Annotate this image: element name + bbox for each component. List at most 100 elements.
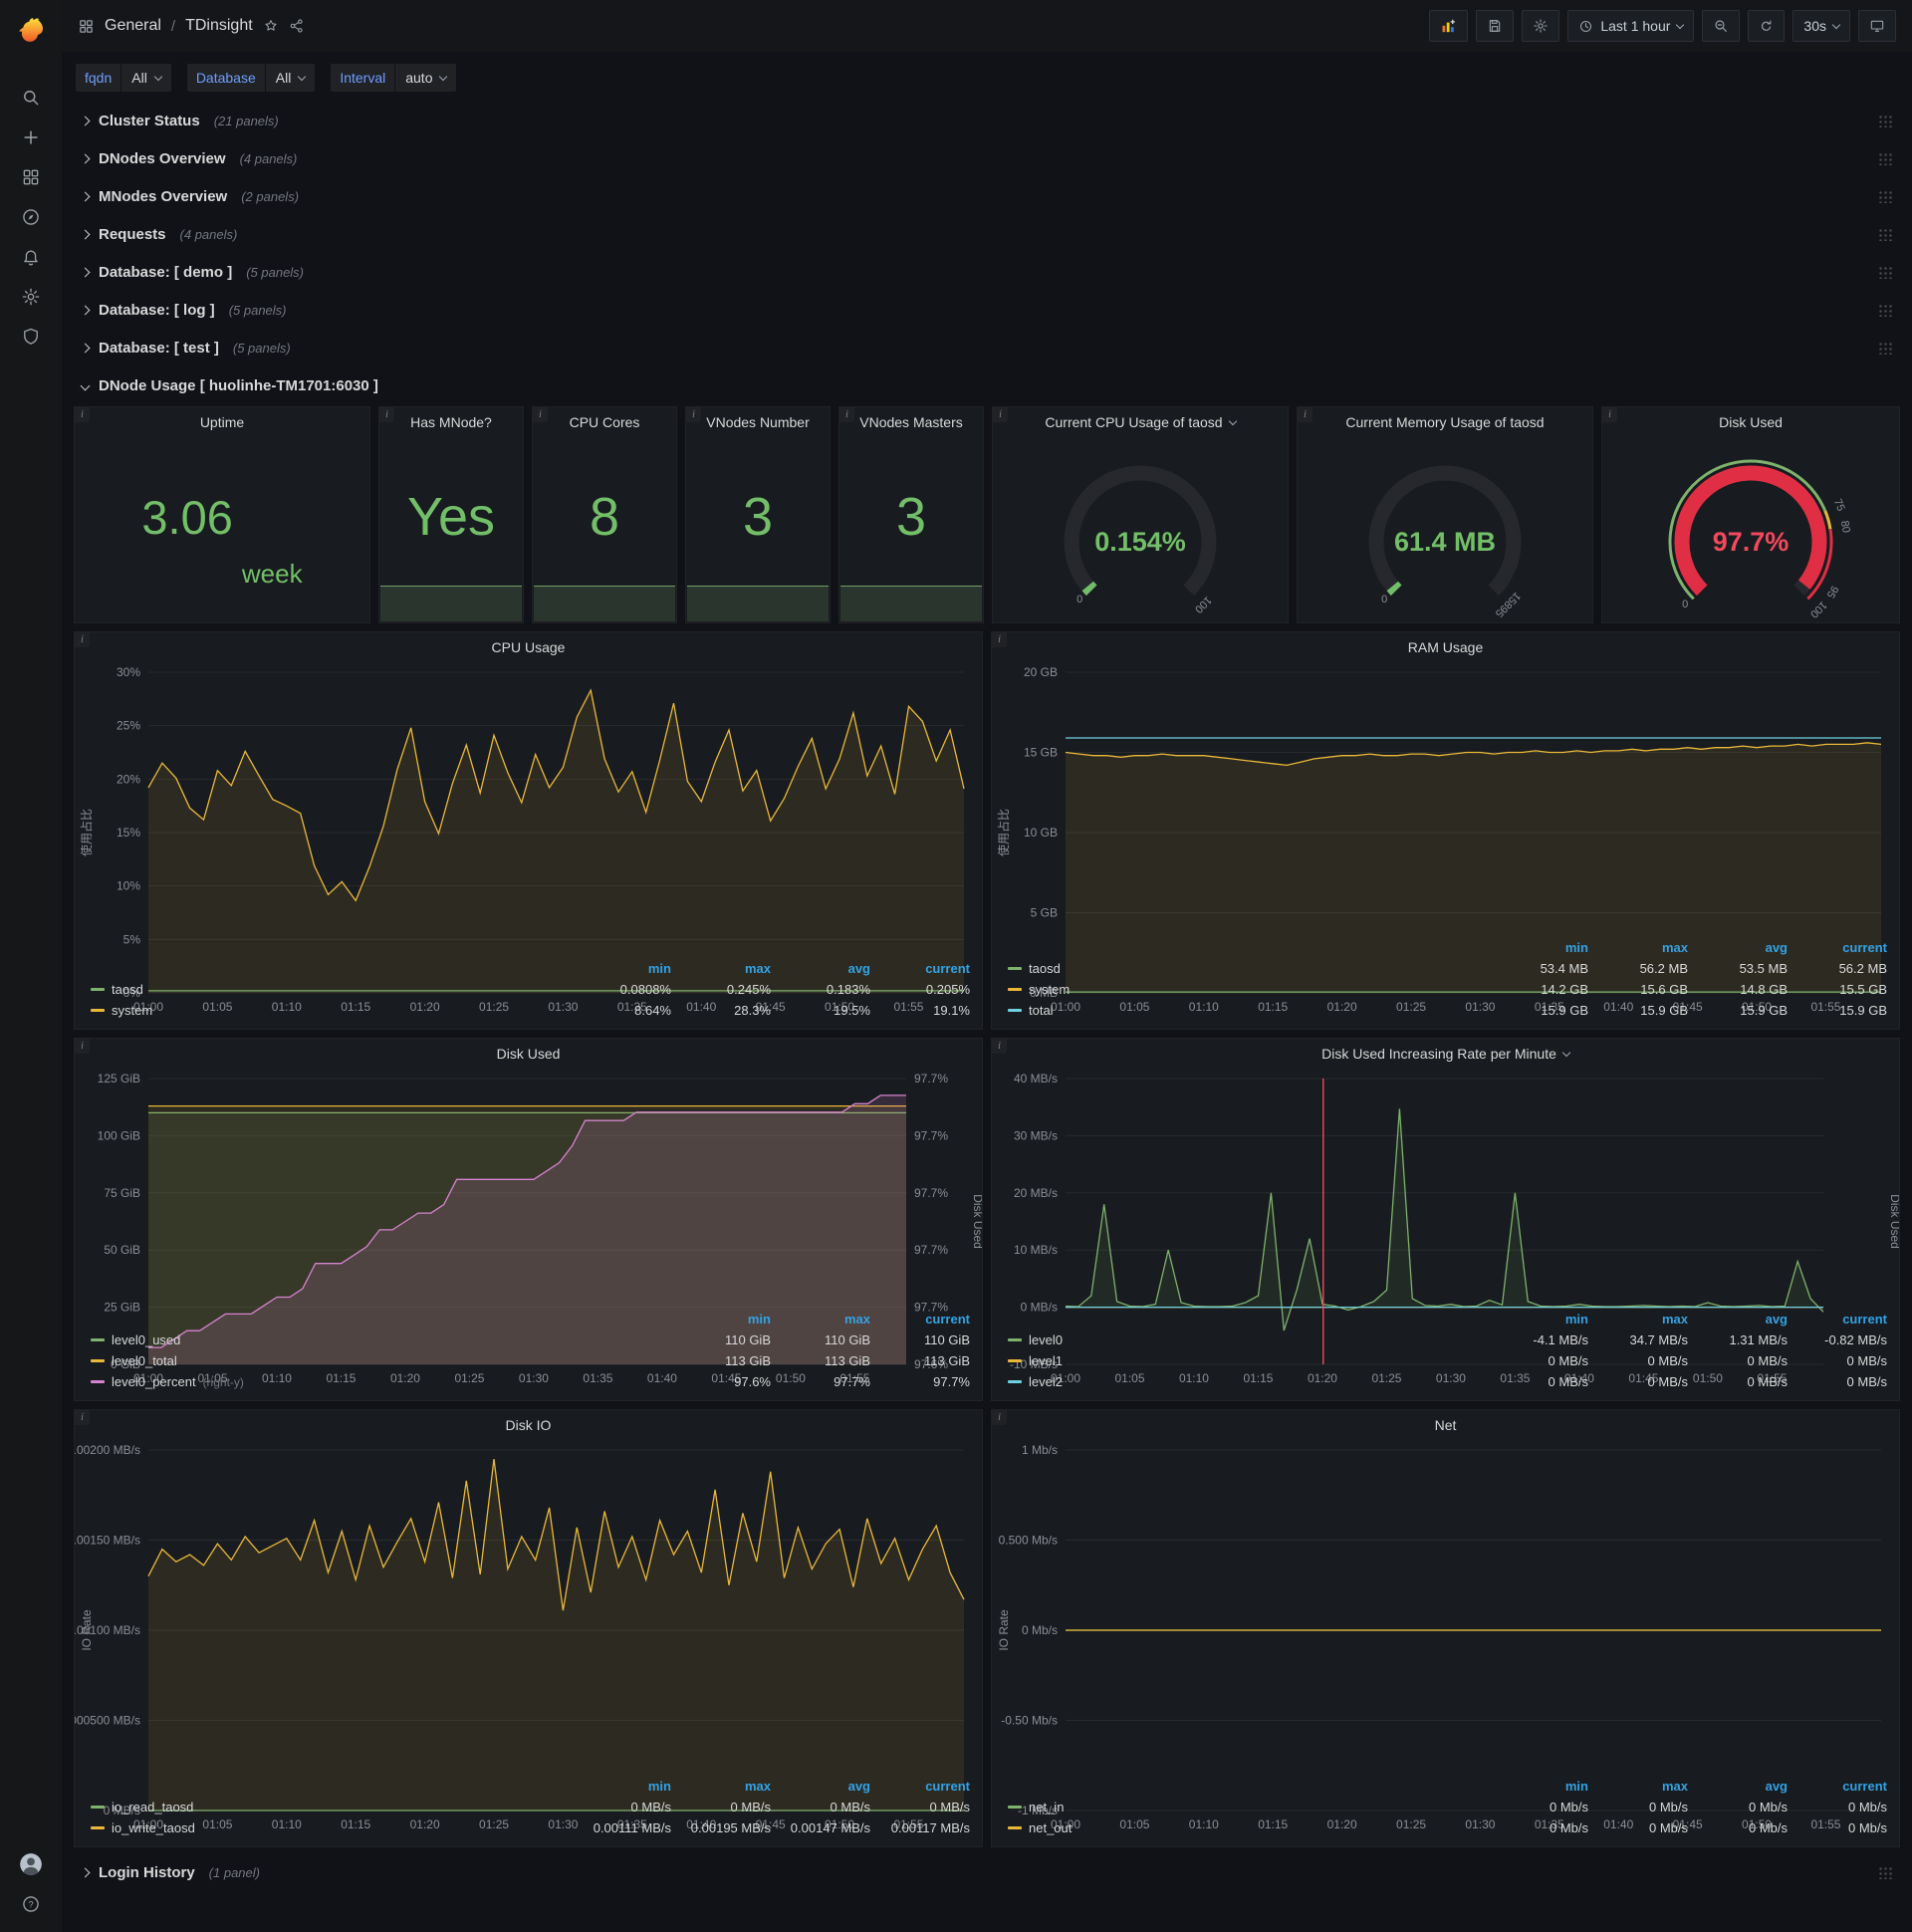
dashboard-settings-button[interactable] (1522, 10, 1560, 42)
row-drag-handle[interactable] (1878, 151, 1892, 165)
row-drag-handle[interactable] (1878, 265, 1892, 279)
dashboard-row-dnodes-overview[interactable]: DNodes Overview (4 panels) (74, 141, 1900, 175)
time-range-label: Last 1 hour (1600, 18, 1671, 34)
dashboard-row-database-test[interactable]: Database: [ test ] (5 panels) (74, 331, 1900, 364)
legend-series[interactable]: io_write_taosd (91, 1820, 572, 1835)
grafana-logo[interactable] (9, 8, 53, 52)
legend-series[interactable]: io_read_taosd (91, 1800, 572, 1814)
chart-area[interactable]: 0 MB 5 GB 10 GB 15 GB 20 GB 01:00 01:05 01:10 01… (992, 662, 1899, 1014)
chart-area[interactable]: 0 GiB 97.6% 25 GiB 97.7% 50 GiB 97.7% 75 GiB 97… (75, 1069, 985, 1385)
legend-value: 0 Mb/s (1847, 1820, 1887, 1835)
dashboard-row-requests[interactable]: Requests (4 panels) (74, 217, 1900, 251)
add-panel-button[interactable] (1429, 10, 1469, 42)
time-range-picker[interactable]: Last 1 hour (1567, 10, 1695, 42)
legend-series[interactable]: level0 (1008, 1332, 1489, 1347)
panel-info-icon[interactable]: i (686, 407, 701, 422)
row-drag-handle[interactable] (1878, 1865, 1892, 1879)
panel-title[interactable]: Net (992, 1410, 1899, 1440)
panel-title[interactable]: Uptime (75, 407, 369, 437)
chart-area[interactable]: -1 Mb/s -0.50 Mb/s 0 Mb/s 0.500 Mb/s 1 Mb/s 0… (992, 1440, 1899, 1831)
panel-info-icon[interactable]: i (533, 407, 548, 422)
panel-info-icon[interactable]: i (75, 1410, 90, 1425)
panel-info-icon[interactable]: i (992, 632, 1007, 647)
panel-info-icon[interactable]: i (75, 407, 90, 422)
legend-value: 0.00111 MB/s (593, 1820, 671, 1835)
cycle-view-button[interactable] (1858, 10, 1896, 42)
help-icon[interactable]: ? (9, 1884, 53, 1924)
dashboard-row-database-log[interactable]: Database: [ log ] (5 panels) (74, 293, 1900, 327)
panel-title[interactable]: Disk Used (1602, 407, 1899, 437)
dashboards-icon[interactable] (9, 157, 53, 197)
explore-compass-icon[interactable] (9, 197, 53, 237)
alerting-bell-icon[interactable] (9, 237, 53, 277)
legend-series[interactable]: taosd (91, 982, 572, 997)
panel-info-icon[interactable]: i (75, 1039, 90, 1054)
legend-col-header: max (744, 961, 771, 976)
breadcrumb-title[interactable]: TDinsight (185, 17, 253, 35)
panel-title[interactable]: RAM Usage (992, 632, 1899, 662)
panel-title[interactable]: Disk Used Increasing Rate per Minute (992, 1039, 1899, 1069)
panel-info-icon[interactable]: i (992, 1410, 1007, 1425)
user-avatar[interactable] (9, 1844, 53, 1884)
chart-area[interactable]: -10 MB/s 0 MB/s 10 MB/s 20 MB/s 30 MB/s 40 MB… (992, 1069, 1902, 1385)
legend-series[interactable]: system (91, 1003, 572, 1018)
panel-title[interactable]: CPU Cores (533, 407, 676, 437)
save-dashboard-button[interactable] (1476, 10, 1515, 42)
row-drag-handle[interactable] (1878, 341, 1892, 355)
panel-info-icon[interactable]: i (993, 407, 1008, 422)
panel-info-icon[interactable]: i (1298, 407, 1313, 422)
panel-title[interactable]: CPU Usage (75, 632, 982, 662)
row-drag-handle[interactable] (1878, 227, 1892, 241)
legend-series[interactable]: level2 (1008, 1374, 1489, 1389)
legend-series[interactable]: level0_total (91, 1353, 671, 1368)
server-admin-shield-icon[interactable] (9, 317, 53, 357)
legend-series[interactable]: taosd (1008, 961, 1489, 976)
legend-col-header: min (647, 961, 671, 976)
panel-info-icon[interactable]: i (839, 407, 854, 422)
panel-info-icon[interactable]: i (379, 407, 394, 422)
variable-value-dropdown[interactable]: auto (395, 64, 457, 92)
breadcrumb-section[interactable]: General (105, 17, 161, 35)
variable-value-dropdown[interactable]: All (265, 64, 316, 92)
row-drag-handle[interactable] (1878, 114, 1892, 127)
chart-area[interactable]: 0 MB/s0.000500 MB/s0.00100 MB/s0.00150 M… (60, 1440, 982, 1831)
panel-info-icon[interactable]: i (1602, 407, 1617, 422)
panel-title[interactable]: Current Memory Usage of taosd (1298, 407, 1592, 437)
legend-value: 1.31 MB/s (1729, 1332, 1788, 1347)
panel-info-icon[interactable]: i (75, 632, 90, 647)
panel-title[interactable]: Current CPU Usage of taosd (993, 407, 1288, 437)
dashboard-row-database-demo[interactable]: Database: [ demo ] (5 panels) (74, 255, 1900, 289)
panel-title[interactable]: Disk IO (75, 1410, 982, 1440)
legend-series[interactable]: level1 (1008, 1353, 1489, 1368)
search-icon[interactable] (9, 78, 53, 118)
dashboard-row-dnode-usage[interactable]: DNode Usage [ huolinhe-TM1701:6030 ] (74, 368, 1900, 402)
panel-title[interactable]: VNodes Number (686, 407, 830, 437)
panel-title[interactable]: Disk Used (75, 1039, 982, 1069)
legend-series[interactable]: net_out (1008, 1820, 1489, 1835)
row-drag-handle[interactable] (1878, 189, 1892, 203)
panel-info-icon[interactable]: i (992, 1039, 1007, 1054)
legend-series[interactable]: system (1008, 982, 1489, 997)
legend-series[interactable]: level0_percent (right-y) (91, 1374, 671, 1389)
variable-value-dropdown[interactable]: All (121, 64, 171, 92)
legend-series[interactable]: total (1008, 1003, 1489, 1018)
legend-value: 0.0808% (619, 982, 671, 997)
star-icon[interactable] (263, 18, 279, 34)
refresh-interval-picker[interactable]: 30s (1792, 10, 1850, 42)
refresh-button[interactable] (1748, 10, 1786, 42)
legend-value: -0.82 MB/s (1824, 1332, 1887, 1347)
legend-series[interactable]: net_in (1008, 1800, 1489, 1814)
legend-series[interactable]: level0_used (91, 1332, 671, 1347)
row-drag-handle[interactable] (1878, 303, 1892, 317)
dashboard-row-mnodes-overview[interactable]: MNodes Overview (2 panels) (74, 179, 1900, 213)
svg-text:0.154%: 0.154% (1094, 527, 1186, 557)
create-icon[interactable] (9, 118, 53, 157)
share-icon[interactable] (289, 18, 305, 34)
dashboard-row-cluster-status[interactable]: Cluster Status (21 panels) (74, 104, 1900, 137)
configuration-gear-icon[interactable] (9, 277, 53, 317)
chart-area[interactable]: 0% 5% 10% 15% 20% 25% 30% 01:00 01:05 01:10 01:15 0… (75, 662, 982, 1014)
panel-title[interactable]: Has MNode? (379, 407, 523, 437)
panel-title[interactable]: VNodes Masters (839, 407, 983, 437)
dashboard-row-login-history[interactable]: Login History (1 panel) (74, 1855, 1900, 1889)
zoom-out-button[interactable] (1702, 10, 1741, 42)
